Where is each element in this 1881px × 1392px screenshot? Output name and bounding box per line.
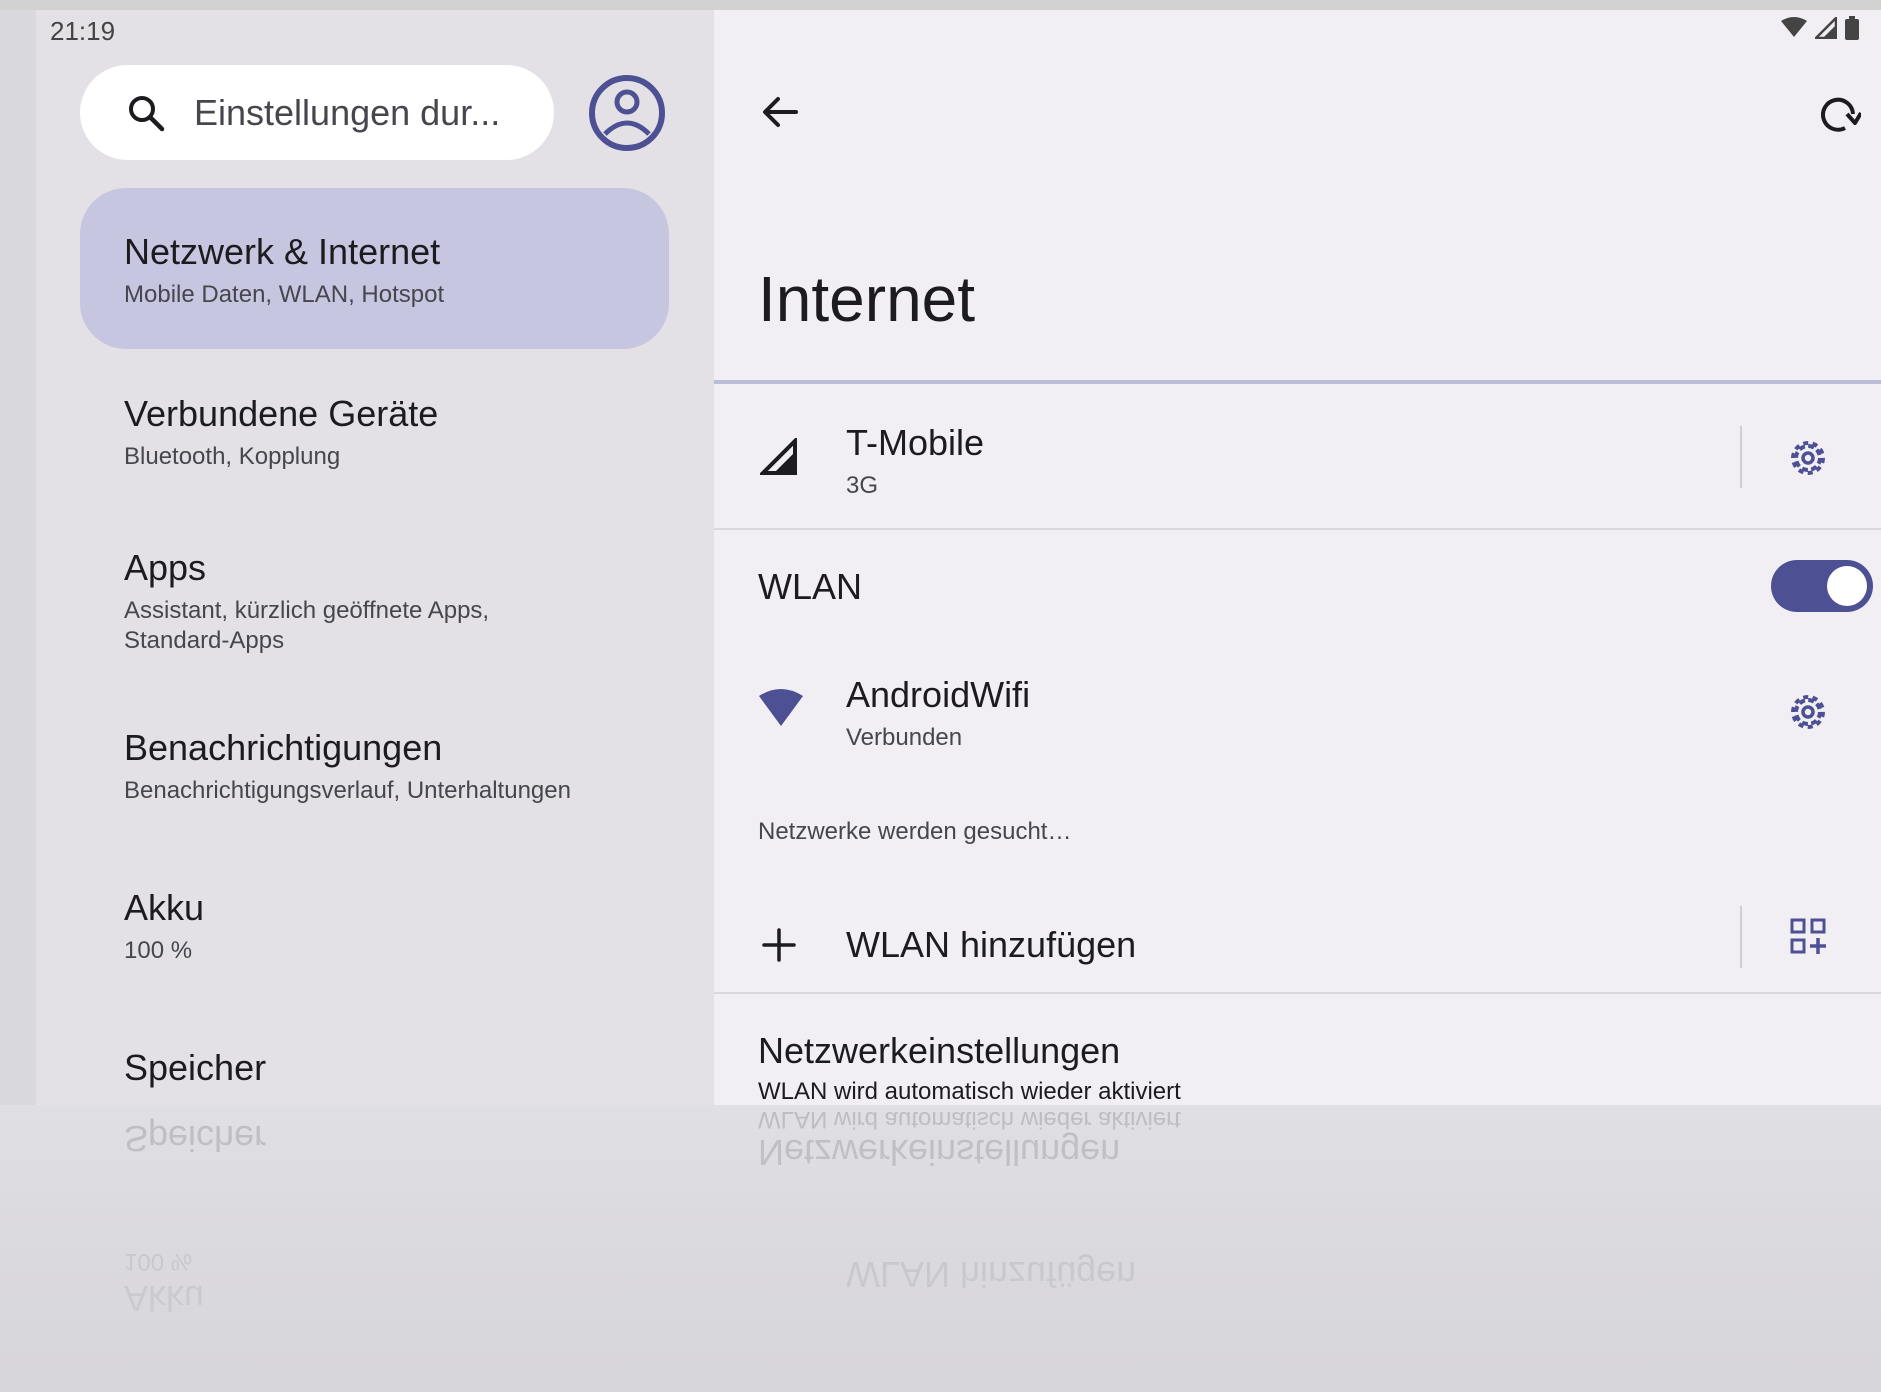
search-icon [129, 95, 165, 131]
header-divider [714, 380, 1881, 384]
sidebar-item-battery[interactable]: Akku 100 % [80, 886, 669, 966]
vertical-divider [1740, 906, 1742, 968]
sidebar-item-title: Verbundene Geräte [124, 393, 439, 434]
sidebar-item-subtitle: Mobile Daten, WLAN, Hotspot [124, 281, 445, 308]
sidebar-item-notifications[interactable]: Benachrichtigungen Benachrichtigungsverl… [80, 726, 669, 806]
mobile-network-row[interactable]: T-Mobile 3G [714, 386, 1740, 528]
network-settings-row[interactable]: Netzwerkeinstellungen WLAN wird automati… [714, 1010, 1881, 1105]
sidebar-item-subtitle: Assistant, kürzlich geöffnete Apps, Stan… [124, 596, 669, 656]
bottom-reflection: Speicher Akku 100 % WLAN wird automatisc… [0, 1105, 1881, 1392]
sidebar-item-title: Benachrichtigungen [124, 727, 443, 768]
sidebar-item-subtitle: Benachrichtigungsverlauf, Unterhaltungen [124, 777, 571, 804]
top-border [0, 0, 1881, 10]
settings-screen: 21:19 Einstellungen dur... Netzwerk & In… [0, 0, 1881, 1392]
wlan-toggle[interactable] [1771, 560, 1873, 612]
mobile-network-name: T-Mobile [846, 422, 985, 463]
battery-icon [1845, 16, 1859, 40]
qr-code-scanner-icon[interactable] [1790, 918, 1826, 954]
sidebar-item-apps[interactable]: Apps Assistant, kürzlich geöffnete Apps,… [80, 546, 669, 656]
wifi-network-row[interactable]: AndroidWifi Verbunden [714, 660, 1740, 770]
signal-icon [760, 438, 797, 475]
vertical-divider [1740, 426, 1742, 488]
back-arrow-icon[interactable] [760, 92, 800, 132]
sidebar-item-connected-devices[interactable]: Verbundene Geräte Bluetooth, Kopplung [80, 392, 669, 472]
section-divider [714, 528, 1881, 530]
account-circle-icon[interactable] [588, 74, 666, 152]
network-settings-subtitle: WLAN wird automatisch wieder aktiviert [758, 1078, 1181, 1105]
scanning-status: Netzwerke werden gesucht… [758, 818, 1072, 845]
sidebar-item-title: Speicher [124, 1047, 267, 1088]
section-divider [714, 992, 1881, 994]
status-icons [1781, 16, 1859, 40]
wifi-icon [1781, 17, 1807, 37]
mobile-network-type: 3G [846, 472, 879, 499]
sidebar-item-subtitle: 100 % [124, 937, 193, 964]
sidebar-item-title: Netzwerk & Internet [124, 231, 441, 272]
sidebar-item-subtitle-line: Standard-Apps [124, 627, 285, 654]
wifi-icon [759, 689, 803, 726]
settings-search-bar[interactable]: Einstellungen dur... [80, 65, 554, 160]
wlan-label: WLAN [758, 566, 863, 607]
status-clock: 21:19 [50, 16, 116, 46]
wifi-network-status: Verbunden [846, 724, 963, 751]
sidebar-item-title: Apps [124, 547, 207, 588]
sidebar-item-network-internet[interactable]: Netzwerk & Internet Mobile Daten, WLAN, … [80, 188, 669, 349]
gear-icon[interactable] [1788, 438, 1828, 478]
refresh-icon[interactable] [1817, 92, 1861, 136]
reflection-fade [0, 1105, 1881, 1392]
page-title: Internet [758, 263, 976, 335]
signal-icon [1815, 17, 1837, 39]
sidebar-item-title: Akku [124, 887, 205, 928]
wifi-network-name: AndroidWifi [846, 674, 1031, 715]
gear-icon[interactable] [1788, 692, 1828, 732]
sidebar-item-storage[interactable]: Speicher [80, 1046, 669, 1090]
plus-icon [762, 928, 796, 962]
toggle-knob [1827, 566, 1867, 606]
add-wlan-label: WLAN hinzufügen [846, 924, 1137, 965]
add-wlan-row[interactable]: WLAN hinzufügen [714, 896, 1740, 994]
sidebar-item-subtitle: Bluetooth, Kopplung [124, 443, 341, 470]
search-placeholder: Einstellungen dur... [194, 91, 501, 133]
network-settings-title: Netzwerkeinstellungen [758, 1030, 1121, 1071]
sidebar-item-subtitle-line: Assistant, kürzlich geöffnete Apps, [124, 597, 490, 624]
